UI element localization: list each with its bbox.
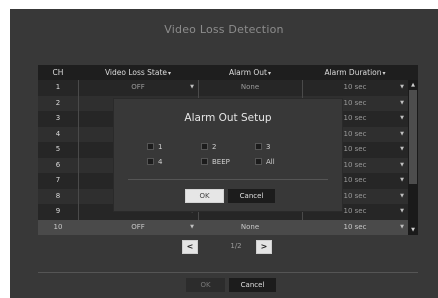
- cell-ch: 6: [38, 157, 78, 173]
- ok-button[interactable]: OK: [186, 278, 225, 292]
- checkbox-all[interactable]: All: [255, 158, 275, 167]
- cell-ch: 3: [38, 111, 78, 127]
- dialog-divider: [128, 179, 328, 180]
- alarm-out-setup-dialog: Alarm Out Setup 1 2 3 4 BEEP All OK Canc…: [114, 99, 342, 211]
- checkbox-icon: [147, 158, 154, 165]
- cell-state[interactable]: OFF▼: [78, 80, 198, 96]
- cell-ch: 9: [38, 204, 78, 220]
- cell-duration[interactable]: 10 sec ▼: [302, 80, 408, 96]
- window-title: Video Loss Detection: [164, 23, 284, 36]
- dialog-ok-button[interactable]: OK: [185, 189, 224, 203]
- checkbox-2[interactable]: 2: [201, 143, 216, 152]
- checkbox-4[interactable]: 4: [147, 158, 162, 167]
- checkbox-icon: [255, 158, 262, 165]
- dropdown-arrow-icon: ▼: [400, 192, 404, 199]
- cell-duration[interactable]: 10 sec ▼: [302, 219, 408, 235]
- sort-caret-icon: ▾: [382, 70, 386, 77]
- table-row[interactable]: 10 OFF ▼ None 10 sec ▼: [38, 219, 418, 235]
- header-ch: CH: [52, 68, 64, 77]
- footer-divider: [38, 272, 418, 273]
- cell-state[interactable]: OFF▼: [78, 219, 198, 235]
- dropdown-arrow-icon: ▼: [400, 223, 404, 230]
- dropdown-arrow-icon: ▼: [400, 146, 404, 152]
- cell-alarm-out[interactable]: None: [198, 80, 302, 96]
- dropdown-arrow-icon: ▼: [400, 208, 404, 214]
- prev-page-button[interactable]: <: [182, 240, 198, 254]
- cell-ch: 7: [38, 173, 78, 189]
- checkbox-beep[interactable]: BEEP: [201, 158, 230, 167]
- checkbox-icon: [201, 158, 208, 165]
- cell-ch: 1: [38, 80, 78, 96]
- dropdown-arrow-icon: ▼: [400, 161, 404, 168]
- cell-ch: 5: [38, 142, 78, 158]
- scroll-up-icon[interactable]: ▲: [408, 80, 418, 90]
- checkbox-1[interactable]: 1: [147, 143, 162, 152]
- dialog-title: Alarm Out Setup: [184, 112, 272, 124]
- scrollbar-thumb[interactable]: [409, 90, 417, 184]
- dialog-cancel-button[interactable]: Cancel: [228, 189, 275, 203]
- table-header: CH Video Loss State▾ Alarm Out▾ Alarm Du…: [38, 65, 418, 80]
- cell-ch: 10: [38, 219, 78, 235]
- sort-caret-icon: ▾: [268, 70, 272, 77]
- dropdown-arrow-icon: ▼: [400, 99, 404, 106]
- dropdown-arrow-icon: ▼: [400, 84, 404, 90]
- column-divider: [78, 80, 79, 235]
- cancel-button[interactable]: Cancel: [229, 278, 276, 292]
- page-indicator: 1/2: [230, 242, 242, 250]
- dropdown-arrow-icon: ▼: [190, 84, 194, 90]
- header-alarm-duration[interactable]: Alarm Duration▾: [302, 65, 408, 80]
- checkbox-icon: [255, 143, 262, 150]
- checkbox-3[interactable]: 3: [255, 143, 270, 152]
- cell-ch: 4: [38, 126, 78, 142]
- sort-caret-icon: ▾: [168, 70, 172, 77]
- dropdown-arrow-icon: ▼: [400, 130, 404, 137]
- cell-ch: 2: [38, 95, 78, 111]
- checkbox-icon: [147, 143, 154, 150]
- dropdown-arrow-icon: ▼: [400, 115, 404, 121]
- cell-ch: 8: [38, 188, 78, 204]
- header-video-loss-state[interactable]: Video Loss State▾: [78, 65, 198, 80]
- dropdown-arrow-icon: ▼: [190, 223, 194, 230]
- header-alarm-out[interactable]: Alarm Out▾: [198, 65, 302, 80]
- dropdown-arrow-icon: ▼: [400, 177, 404, 183]
- cell-alarm-out[interactable]: None: [198, 219, 302, 235]
- next-page-button[interactable]: >: [256, 240, 272, 254]
- scroll-down-icon[interactable]: ▼: [408, 225, 418, 235]
- table-row[interactable]: 1 OFF ▼ None 10 sec ▼: [38, 80, 418, 96]
- table-scrollbar[interactable]: ▲ ▼: [408, 80, 418, 235]
- checkbox-icon: [201, 143, 208, 150]
